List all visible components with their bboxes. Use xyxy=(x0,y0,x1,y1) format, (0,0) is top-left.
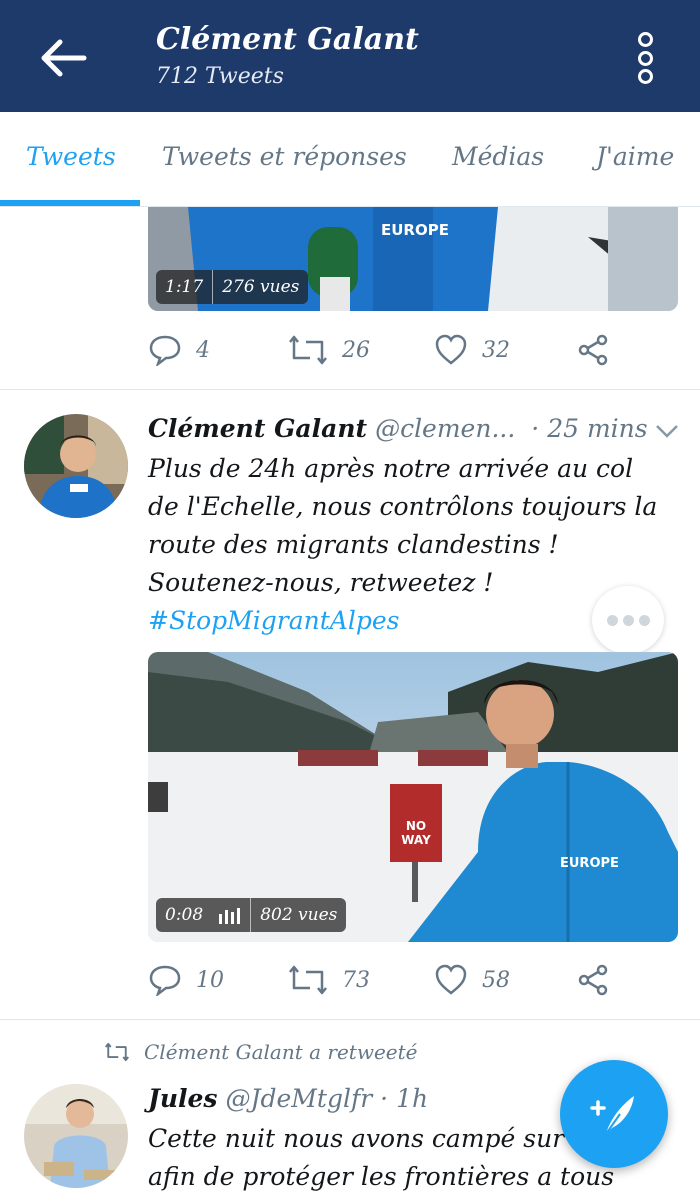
more-bubble-button[interactable] xyxy=(592,586,664,654)
like-count: 58 xyxy=(482,967,510,993)
arrow-left-icon xyxy=(41,39,87,77)
chevron-down-icon[interactable] xyxy=(654,422,680,440)
tweet-divider xyxy=(0,1019,700,1020)
reply-icon xyxy=(149,335,181,366)
like-count: 32 xyxy=(482,337,510,363)
retweet-icon xyxy=(105,1042,129,1062)
video-duration: 0:08 xyxy=(165,905,204,925)
avatar-image xyxy=(24,414,128,518)
share-icon xyxy=(578,334,608,366)
video-badge: 1:17 276 vues xyxy=(156,270,309,304)
author-name[interactable]: Clément Galant xyxy=(148,414,367,443)
tweet-divider xyxy=(0,389,700,390)
video-duration: 1:17 xyxy=(165,277,204,297)
retweet-context: Clément Galant a retweeté xyxy=(104,1040,418,1064)
reply-count: 4 xyxy=(196,337,210,363)
retweet-icon xyxy=(289,335,327,365)
tab-media[interactable]: Médias xyxy=(452,142,544,171)
heart-icon xyxy=(435,964,467,995)
sign-text: NO WAY xyxy=(401,819,431,847)
retweet-button[interactable]: 73 xyxy=(288,960,370,1000)
vertical-dots-icon xyxy=(637,32,653,47)
tweet-count: 712 Tweets xyxy=(156,64,284,89)
tweet-header: Clément Galant @clemen... · 25 mins xyxy=(148,414,648,443)
heart-icon xyxy=(435,334,467,365)
dots-icon xyxy=(606,614,618,626)
jacket-logo-text: EUROPE xyxy=(381,221,449,239)
avatar-image xyxy=(24,1084,128,1188)
tweet-actions: 4 26 32 xyxy=(148,330,618,370)
tab-tweets[interactable]: Tweets xyxy=(26,142,116,171)
retweet-button[interactable]: 26 xyxy=(288,330,370,370)
like-button[interactable]: 58 xyxy=(434,960,510,1000)
tweet-actions: 10 73 58 xyxy=(148,960,618,1000)
video-badge: 0:08 802 vues xyxy=(156,898,347,932)
tab-tweets-and-replies[interactable]: Tweets et réponses xyxy=(162,142,407,171)
video-views: 276 vues xyxy=(222,277,300,297)
audio-bars-icon xyxy=(212,898,250,932)
profile-title: Clément Galant xyxy=(156,22,419,57)
like-button[interactable]: 32 xyxy=(434,330,510,370)
author-handle[interactable]: @clemen... xyxy=(375,414,515,443)
tweet-video[interactable]: NO WAY EUROPE 0:08 802 vues xyxy=(148,652,678,942)
share-button[interactable] xyxy=(578,960,624,1000)
share-button[interactable] xyxy=(578,330,624,370)
reply-icon xyxy=(149,965,181,996)
author-handle[interactable]: @JdeMtglfr xyxy=(225,1084,372,1113)
more-options-button[interactable] xyxy=(620,26,670,90)
retweet-count: 73 xyxy=(342,967,370,993)
compose-tweet-button[interactable] xyxy=(560,1060,668,1168)
tweet-video[interactable]: EUROPE 1:17 276 vues xyxy=(148,207,678,311)
tab-likes[interactable]: J'aime xyxy=(596,142,674,171)
jacket-logo-text: EUROPE xyxy=(560,856,619,871)
active-tab-indicator xyxy=(0,200,140,206)
reply-button[interactable]: 10 xyxy=(148,960,224,1000)
retweet-icon xyxy=(289,965,327,995)
back-button[interactable] xyxy=(30,30,96,86)
tweet-time: · 1h xyxy=(380,1084,429,1113)
tweet-header: Jules @JdeMtglfr · 1h xyxy=(148,1084,428,1113)
avatar[interactable] xyxy=(24,414,128,518)
profile-tabs: Tweets Tweets et réponses Médias J'aime xyxy=(0,112,700,207)
retweet-context-label[interactable]: Clément Galant a retweeté xyxy=(144,1040,418,1064)
share-icon xyxy=(578,964,608,996)
retweet-count: 26 xyxy=(342,337,370,363)
compose-feather-icon xyxy=(590,1096,634,1135)
reply-button[interactable]: 4 xyxy=(148,330,210,370)
app-header: Clément Galant 712 Tweets xyxy=(0,0,700,112)
avatar[interactable] xyxy=(24,1084,128,1188)
reply-count: 10 xyxy=(196,967,224,993)
author-name[interactable]: Jules xyxy=(148,1084,217,1113)
video-views: 802 vues xyxy=(260,905,338,925)
tweet-time: · 25 mins xyxy=(531,414,648,443)
